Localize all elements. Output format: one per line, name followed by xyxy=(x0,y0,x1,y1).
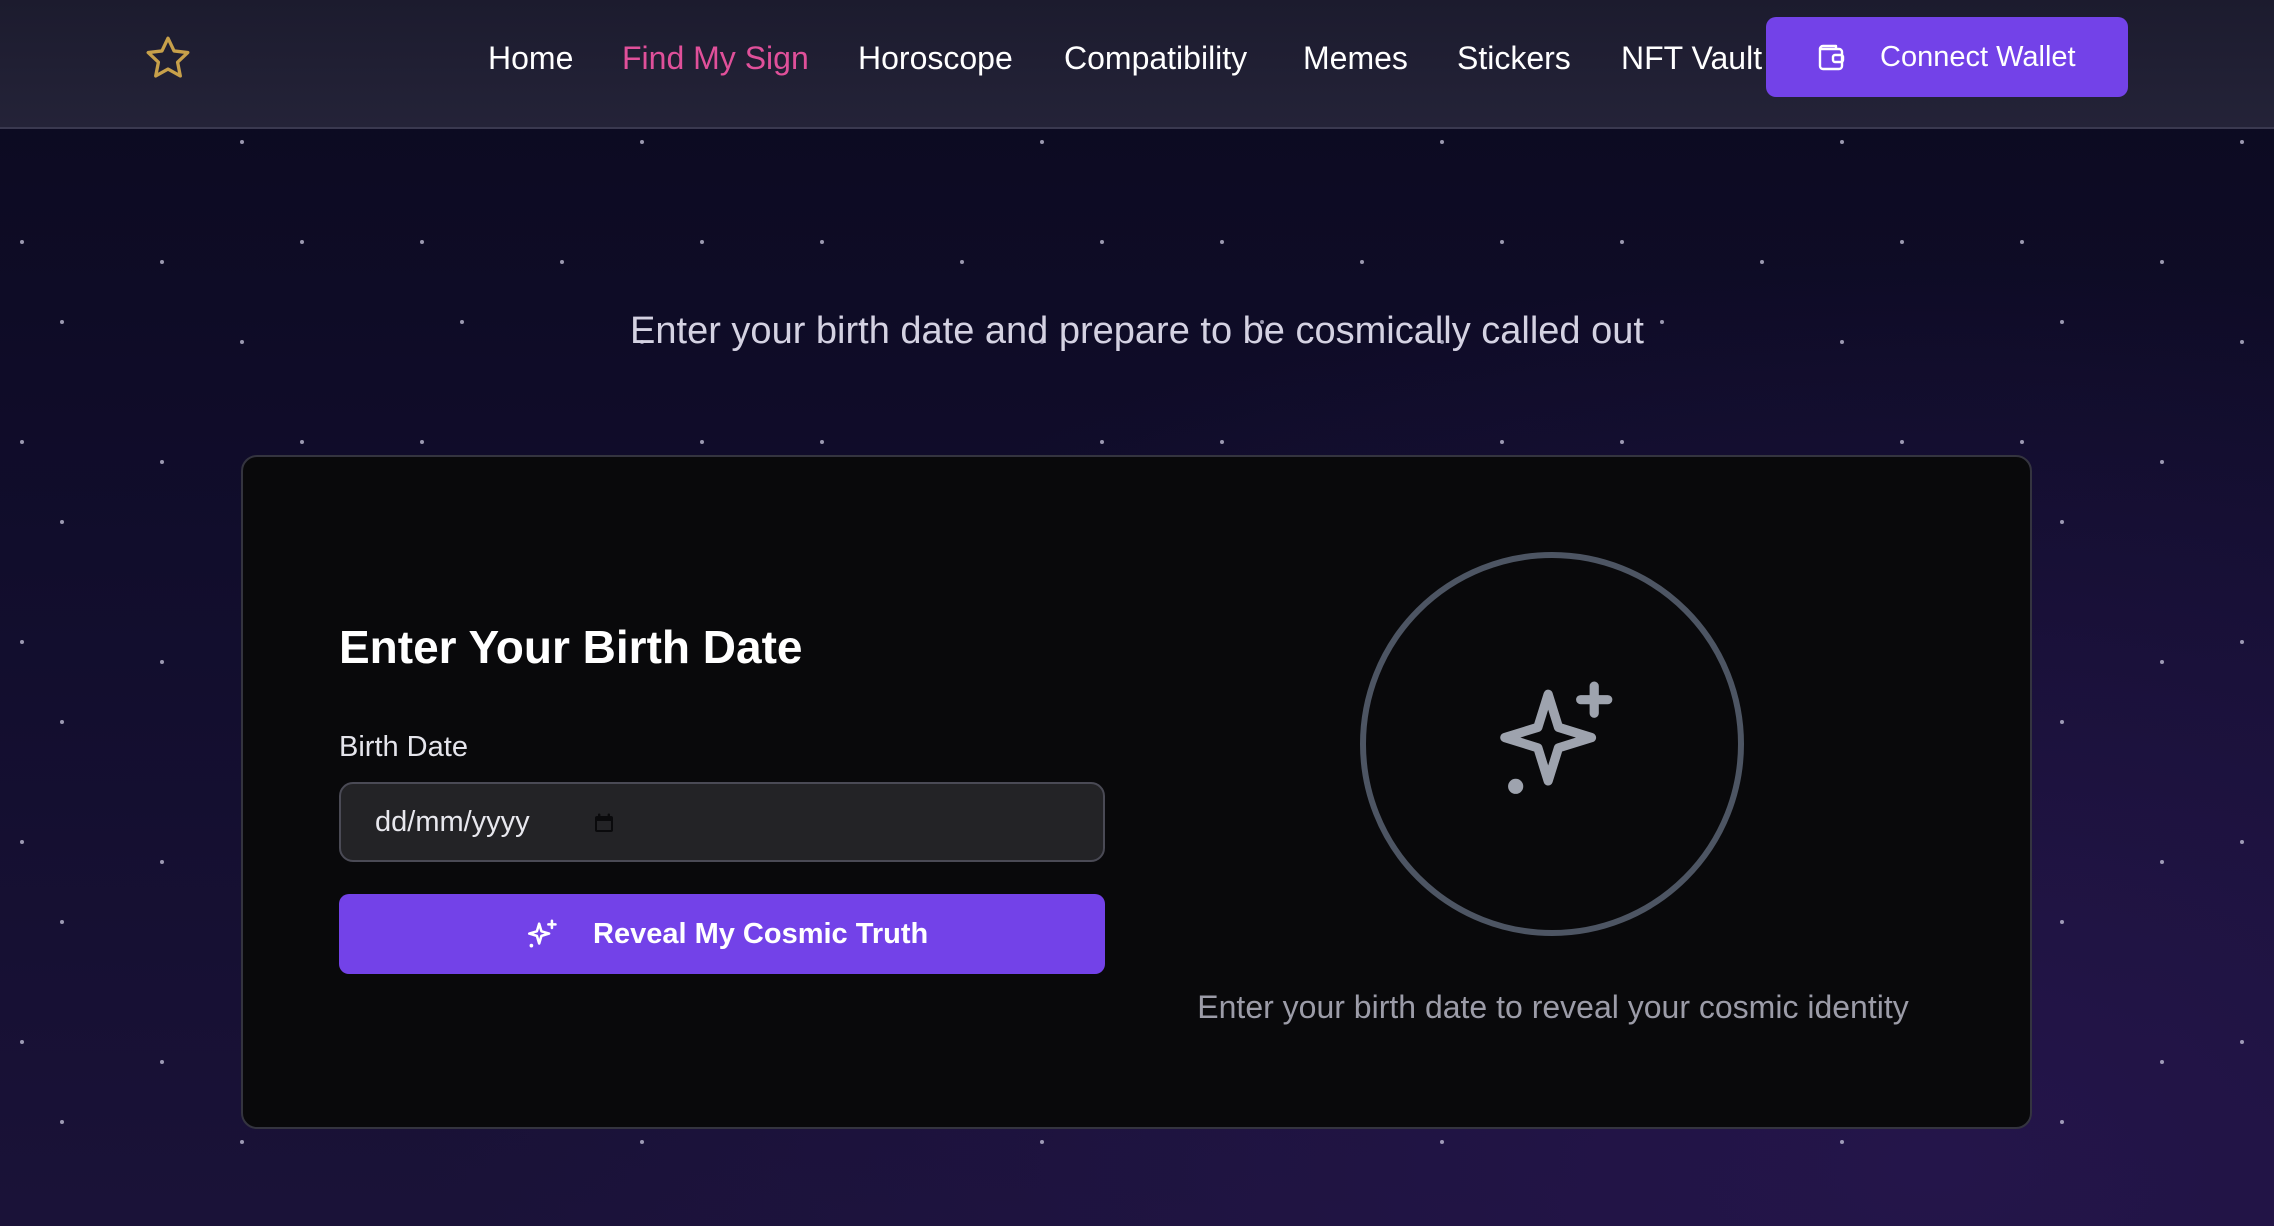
page-tagline: Enter your birth date and prepare to be … xyxy=(630,310,1644,352)
star-dot xyxy=(1040,140,1044,144)
star-dot xyxy=(240,140,244,144)
star-dot xyxy=(1900,440,1904,444)
star-dot xyxy=(1360,260,1364,264)
star-dot xyxy=(2160,860,2164,864)
birth-date-placeholder: dd/mm/yyyy xyxy=(375,806,530,838)
result-hint-text: Enter your birth date to reveal your cos… xyxy=(1197,989,1909,1025)
star-dot xyxy=(2060,1120,2064,1124)
star-dot xyxy=(1840,140,1844,144)
star-dot xyxy=(960,260,964,264)
star-dot xyxy=(2160,460,2164,464)
nav-stickers[interactable]: Stickers xyxy=(1457,36,1571,80)
star-dot xyxy=(60,520,64,524)
form-title: Enter Your Birth Date xyxy=(339,621,803,673)
birth-date-input[interactable]: dd/mm/yyyy xyxy=(339,782,1105,862)
star-dot xyxy=(20,440,24,444)
star-dot xyxy=(420,440,424,444)
star-dot xyxy=(20,640,24,644)
star-dot xyxy=(1500,440,1504,444)
star-dot xyxy=(560,260,564,264)
birth-date-label: Birth Date xyxy=(339,731,468,763)
star-dot xyxy=(60,1120,64,1124)
star-dot xyxy=(640,1140,644,1144)
star-dot xyxy=(1500,240,1504,244)
star-dot xyxy=(20,840,24,844)
star-dot xyxy=(1620,440,1624,444)
star-dot xyxy=(1760,260,1764,264)
connect-wallet-button[interactable]: Connect Wallet xyxy=(1766,17,2128,97)
star-dot xyxy=(1440,140,1444,144)
nav-horoscope[interactable]: Horoscope xyxy=(858,36,1013,80)
star-logo-icon[interactable] xyxy=(143,33,193,83)
top-navbar: Home Find My Sign Horoscope Compatibilit… xyxy=(0,0,2274,129)
star-dot xyxy=(1440,1140,1444,1144)
nav-home[interactable]: Home xyxy=(488,36,573,80)
star-dot xyxy=(300,440,304,444)
star-dot xyxy=(20,1040,24,1044)
connect-wallet-label: Connect Wallet xyxy=(1880,41,2076,73)
star-dot xyxy=(1840,1140,1844,1144)
reveal-cosmic-truth-button[interactable]: Reveal My Cosmic Truth xyxy=(339,894,1105,974)
star-dot xyxy=(640,140,644,144)
sparkles-icon xyxy=(527,919,557,948)
star-dot xyxy=(2060,520,2064,524)
star-dot xyxy=(700,440,704,444)
star-dot xyxy=(160,660,164,664)
star-dot xyxy=(2240,640,2244,644)
star-dot xyxy=(820,240,824,244)
star-dot xyxy=(1620,240,1624,244)
nav-compatibility[interactable]: Compatibility xyxy=(1064,36,1247,80)
star-dot xyxy=(160,460,164,464)
star-dot xyxy=(1040,1140,1044,1144)
reveal-cosmic-truth-label: Reveal My Cosmic Truth xyxy=(593,918,929,950)
star-dot xyxy=(160,260,164,264)
birth-date-card: Enter Your Birth Date Birth Date dd/mm/y… xyxy=(241,455,2032,1129)
star-dot xyxy=(2020,240,2024,244)
star-dot xyxy=(2240,140,2244,144)
star-dot xyxy=(160,860,164,864)
star-dot xyxy=(2240,840,2244,844)
wallet-icon xyxy=(1818,44,1845,71)
star-dot xyxy=(240,1140,244,1144)
star-dot xyxy=(1220,440,1224,444)
result-placeholder-circle xyxy=(1360,552,1744,936)
star-dot xyxy=(1220,240,1224,244)
sparkles-icon xyxy=(1500,681,1613,794)
star-dot xyxy=(1100,440,1104,444)
star-dot xyxy=(2160,1060,2164,1064)
star-dot xyxy=(1100,240,1104,244)
star-dot xyxy=(2020,440,2024,444)
nav-find-my-sign[interactable]: Find My Sign xyxy=(622,36,809,80)
nav-nft-vault[interactable]: NFT Vault xyxy=(1621,36,1762,80)
star-dot xyxy=(2160,660,2164,664)
star-dot xyxy=(700,240,704,244)
star-dot xyxy=(160,1060,164,1064)
star-dot xyxy=(2060,920,2064,924)
calendar-icon[interactable] xyxy=(593,812,615,834)
star-dot xyxy=(2060,720,2064,724)
star-dot xyxy=(1900,240,1904,244)
star-dot xyxy=(60,720,64,724)
star-dot xyxy=(2240,1040,2244,1044)
nav-memes[interactable]: Memes xyxy=(1303,36,1408,80)
star-dot xyxy=(2160,260,2164,264)
star-dot xyxy=(420,240,424,244)
star-dot xyxy=(60,920,64,924)
star-dot xyxy=(820,440,824,444)
star-dot xyxy=(300,240,304,244)
star-dot xyxy=(20,240,24,244)
